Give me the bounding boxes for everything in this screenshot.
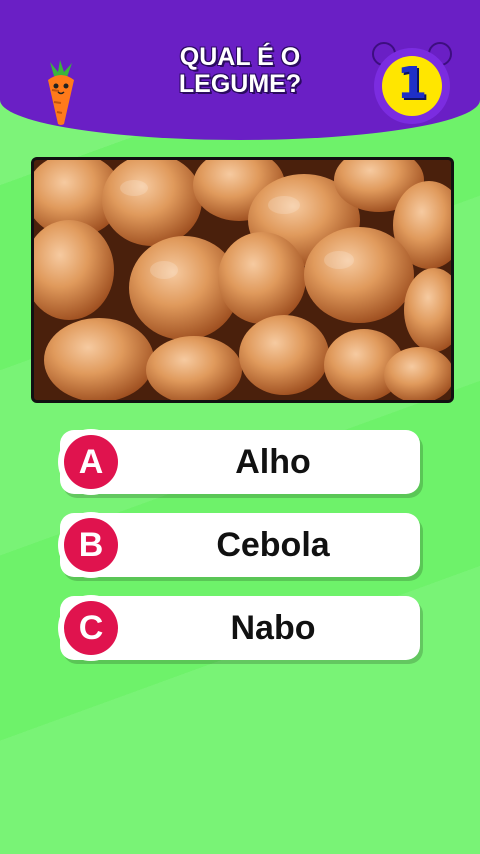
answer-option-a[interactable]: A Alho (58, 429, 420, 495)
answer-label-c: Nabo (230, 608, 316, 647)
answer-label-a: Alho (235, 442, 311, 481)
onions-photo (34, 160, 451, 400)
carrot-icon (48, 60, 74, 125)
timer-number: 1 (396, 58, 428, 109)
answer-badge-a: A (58, 429, 124, 495)
answer-badge-c: C (58, 595, 124, 661)
answer-option-b[interactable]: B Cebola (58, 512, 420, 578)
answer-badge-b: B (58, 512, 124, 578)
answer-label-b: Cebola (216, 525, 330, 564)
answer-option-c[interactable]: C Nabo (58, 595, 420, 661)
question-image (31, 157, 454, 403)
timer-clock: 1 (370, 40, 454, 128)
